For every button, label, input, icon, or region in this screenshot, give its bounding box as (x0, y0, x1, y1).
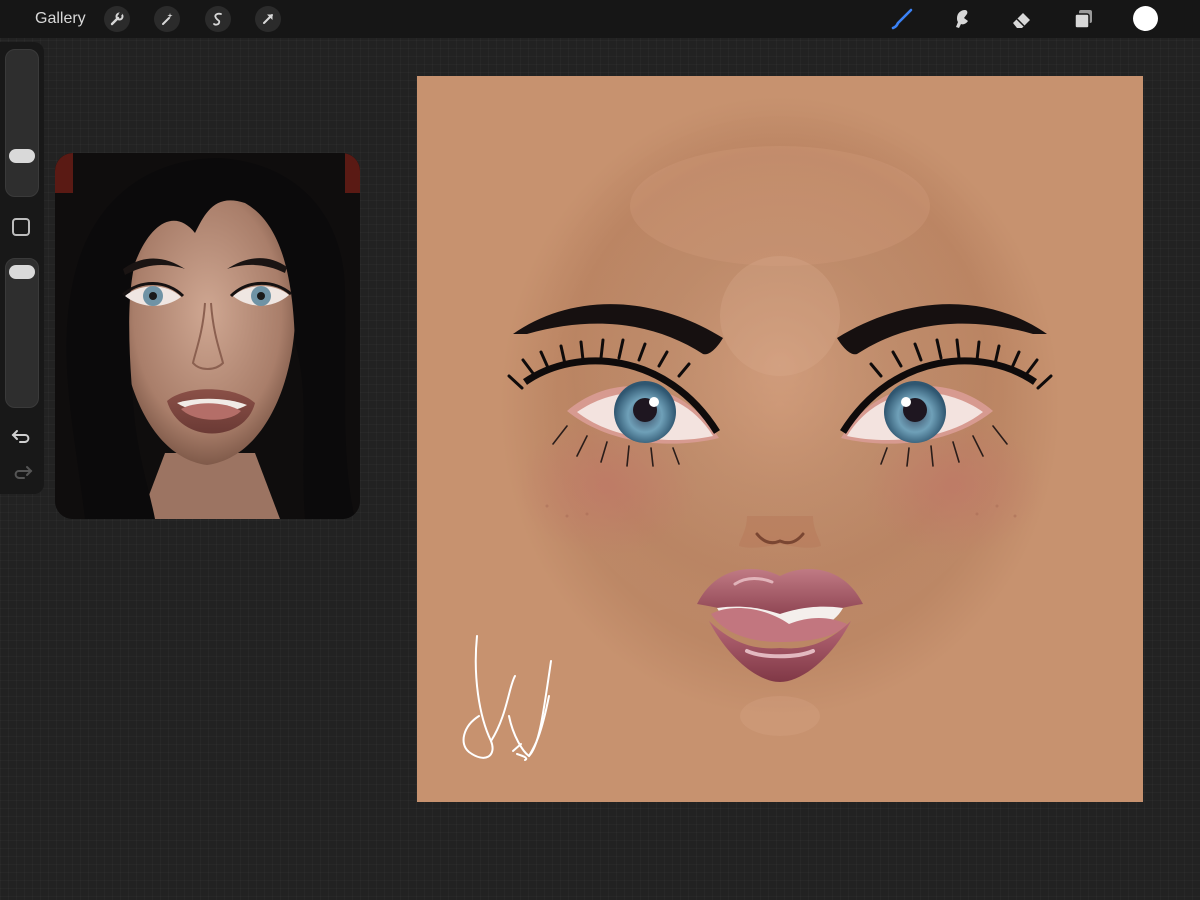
redo-icon[interactable] (10, 462, 34, 482)
brush-size-thumb[interactable] (9, 149, 35, 163)
reference-window[interactable] (55, 153, 360, 519)
modify-button[interactable] (12, 218, 30, 236)
signature (462, 635, 552, 761)
wrench-icon[interactable] (104, 6, 130, 32)
smudge-icon[interactable] (948, 5, 976, 33)
reference-photo (55, 153, 360, 519)
selection-icon[interactable] (205, 6, 231, 32)
gallery-button[interactable]: Gallery (35, 10, 86, 28)
eraser-icon[interactable] (1008, 5, 1036, 33)
layers-icon[interactable] (1070, 5, 1098, 33)
transform-arrow-icon[interactable] (255, 6, 281, 32)
magic-wand-icon[interactable] (154, 6, 180, 32)
color-picker-button[interactable] (1133, 6, 1158, 31)
brush-icon[interactable] (888, 5, 916, 33)
left-sidebar (0, 42, 44, 494)
top-toolbar: Gallery (0, 0, 1200, 38)
workspace: Gallery (0, 0, 1200, 900)
brush-size-slider[interactable] (5, 49, 39, 197)
opacity-thumb[interactable] (9, 265, 35, 279)
undo-icon[interactable] (10, 426, 34, 446)
face-illustration (462, 96, 1060, 761)
drawing-canvas[interactable] (417, 76, 1143, 802)
opacity-slider[interactable] (5, 258, 39, 408)
